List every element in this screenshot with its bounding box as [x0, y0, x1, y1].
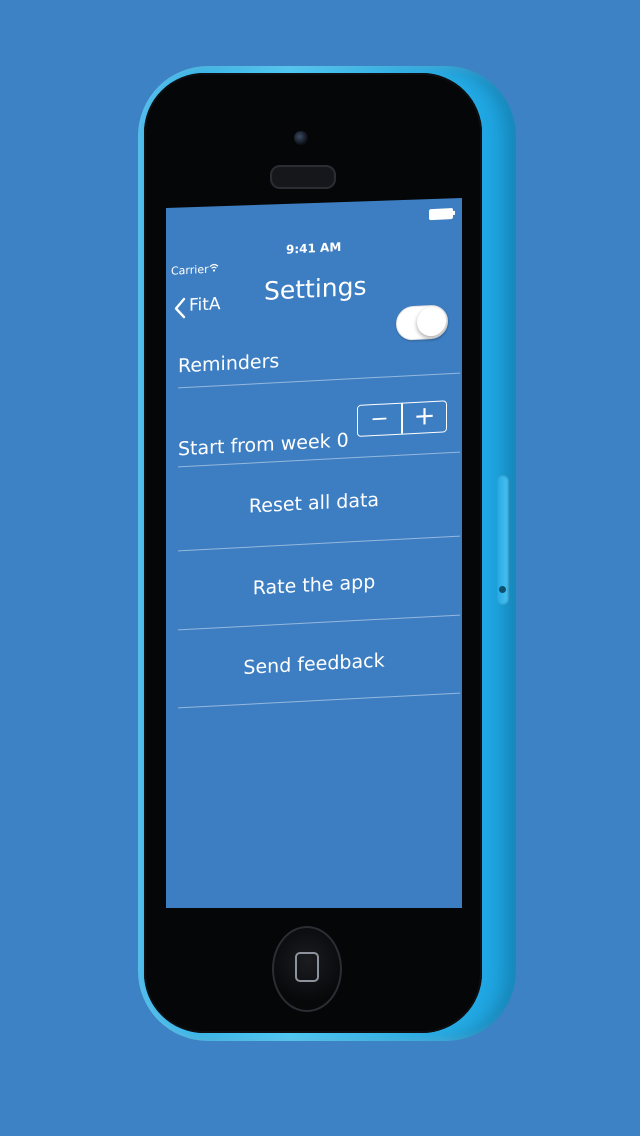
stepper-increment-button[interactable]: +: [403, 401, 446, 433]
screen-content: Carrier 9:41 AM FitA Settings Reminders …: [166, 198, 462, 908]
battery-icon: [429, 207, 453, 221]
phone-side-dot: [499, 586, 506, 593]
toggle-knob[interactable]: [417, 306, 446, 337]
page-title: Settings: [264, 271, 367, 306]
reminders-toggle[interactable]: [396, 304, 448, 341]
back-button[interactable]: FitA: [189, 294, 221, 316]
rate-app-button[interactable]: Rate the app: [166, 566, 462, 604]
home-button-icon: [295, 952, 319, 982]
front-camera: [294, 131, 308, 145]
status-carrier: Carrier: [171, 262, 209, 278]
status-time: 9:41 AM: [286, 239, 342, 257]
battery-tip: [453, 210, 455, 215]
row-separator: [178, 614, 460, 631]
reminders-label: Reminders: [178, 350, 280, 378]
start-week-label: Start from week 0: [178, 429, 349, 461]
marketing-stage: Carrier 9:41 AM FitA Settings Reminders …: [0, 0, 640, 1136]
wifi-icon: [209, 263, 219, 272]
reset-data-button[interactable]: Reset all data: [166, 484, 462, 522]
week-stepper[interactable]: − +: [357, 400, 447, 437]
back-chevron-icon[interactable]: [173, 297, 187, 320]
send-feedback-button[interactable]: Send feedback: [166, 645, 462, 683]
stepper-decrement-button[interactable]: −: [358, 404, 401, 436]
row-separator: [178, 692, 460, 709]
row-separator: [178, 535, 460, 552]
earpiece-speaker: [270, 165, 336, 189]
phone-screen: Carrier 9:41 AM FitA Settings Reminders …: [166, 198, 462, 908]
